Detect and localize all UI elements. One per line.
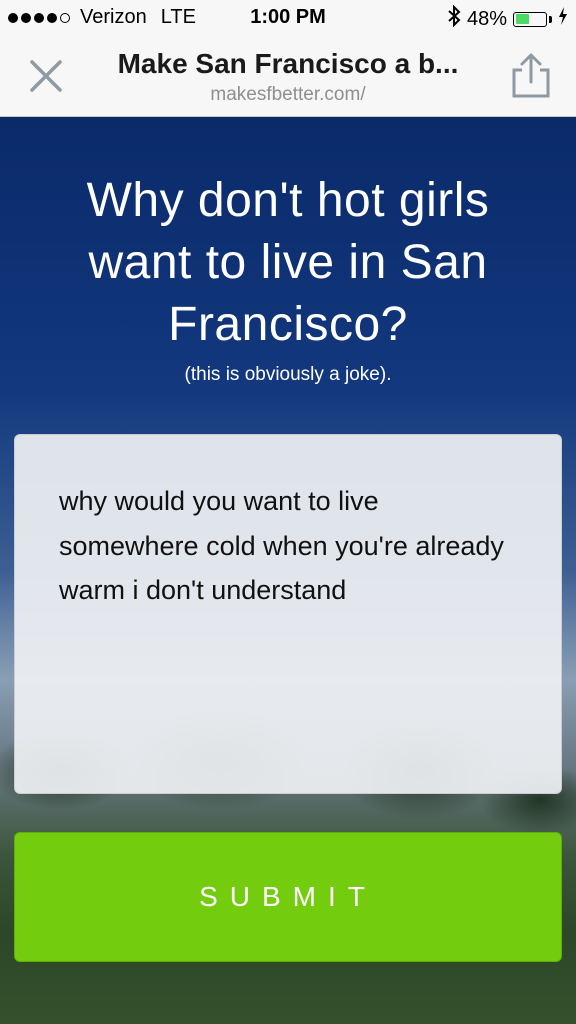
answer-textarea[interactable]: why would you want to live somewhere col… bbox=[14, 434, 562, 794]
charging-icon bbox=[558, 7, 568, 31]
submit-button[interactable]: SUBMIT bbox=[14, 832, 562, 962]
battery-icon bbox=[513, 11, 547, 27]
status-right: 48% bbox=[447, 4, 568, 33]
close-button[interactable] bbox=[26, 56, 66, 96]
page-title: Make San Francisco a b... bbox=[117, 48, 459, 79]
browser-nav-bar: Make San Francisco a b... makesfbetter.c… bbox=[0, 36, 576, 117]
battery-percent: 48% bbox=[466, 7, 507, 30]
bluetooth-icon bbox=[447, 4, 461, 33]
close-icon bbox=[30, 60, 62, 92]
headline: Why don't hot girls want to live in San … bbox=[86, 174, 490, 351]
status-bar: Verizon LTE 1:00 PM 48% bbox=[0, 0, 576, 36]
share-icon bbox=[512, 53, 550, 98]
share-button[interactable] bbox=[510, 52, 552, 98]
page-url[interactable]: makesfbetter.com/ bbox=[84, 84, 492, 106]
subline: (this is obviously a joke). bbox=[184, 364, 392, 385]
